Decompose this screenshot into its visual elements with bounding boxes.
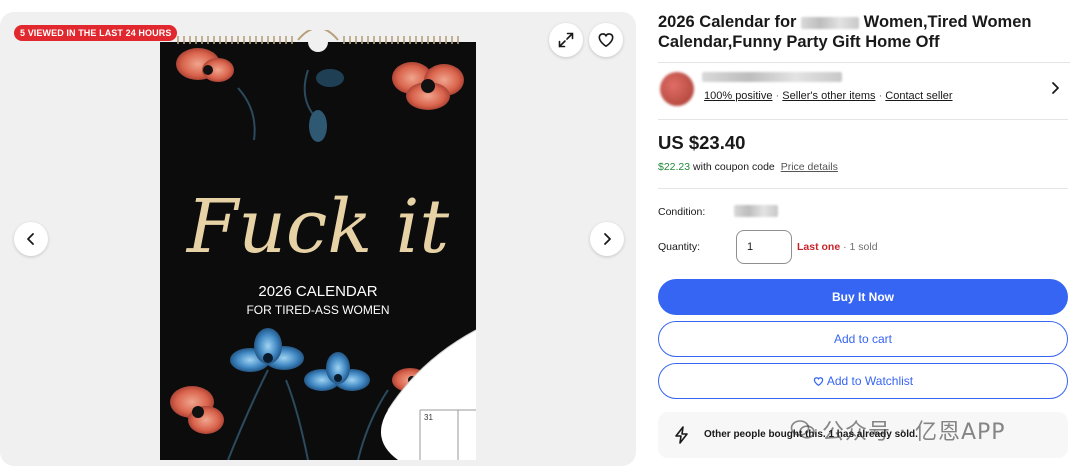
previous-image-button[interactable] — [14, 222, 48, 256]
coupon-price: $22.23 — [658, 161, 691, 173]
quantity-input[interactable] — [736, 230, 792, 264]
calendar-subtitle-1: 2026 CALENDAR — [258, 283, 377, 300]
dot-separator: · — [775, 90, 780, 102]
expand-icon — [558, 32, 574, 48]
product-image[interactable]: Fuck it 2026 CALENDAR FOR TIRED-ASS WOME… — [158, 30, 478, 460]
calendar-headline: Fuck it — [185, 184, 449, 270]
listing-title: 2026 Calendar for Women,Tired Women Cale… — [658, 12, 1070, 52]
seller-avatar — [660, 72, 694, 106]
seller-other-items-link[interactable]: Seller's other items — [782, 90, 875, 102]
price-details-link[interactable]: Price details — [781, 161, 838, 173]
dot-separator: · — [878, 90, 883, 102]
divider — [658, 119, 1068, 120]
watchlist-heart-button[interactable] — [589, 23, 623, 57]
buy-it-now-label: Buy It Now — [832, 290, 894, 304]
redacted-text — [801, 16, 860, 29]
chevron-right-icon — [604, 233, 611, 245]
quantity-label: Quantity: — [658, 241, 701, 253]
coupon-line: $22.23 with coupon code Price details — [658, 161, 838, 173]
seller-positive-link[interactable]: 100% positive — [704, 90, 773, 102]
dot-separator: · — [843, 241, 847, 253]
stock-status: Last one · 1 sold — [797, 241, 878, 253]
wechat-icon — [790, 420, 815, 439]
seller-links: 100% positive · Seller's other items · C… — [704, 90, 953, 102]
calendar-illustration: Fuck it 2026 CALENDAR FOR TIRED-ASS WOME… — [160, 30, 477, 460]
sold-count: 1 sold — [849, 241, 878, 253]
heart-icon — [598, 33, 614, 48]
add-to-watchlist-label: Add to Watchlist — [826, 374, 914, 388]
add-to-watchlist-button[interactable]: Add to Watchlist — [658, 363, 1068, 399]
heart-icon — [813, 376, 824, 386]
contact-seller-link[interactable]: Contact seller — [885, 90, 952, 102]
last-one-label: Last one — [797, 241, 841, 253]
calendar-subtitle-2: FOR TIRED-ASS WOMEN — [246, 303, 389, 317]
condition-label: Condition: — [658, 206, 706, 218]
add-to-cart-button[interactable]: Add to cart — [658, 321, 1068, 357]
listing-info: 2026 Calendar for Women,Tired Women Cale… — [658, 0, 1070, 63]
calendar-date-cell: 31 — [424, 413, 433, 422]
chevron-left-icon — [27, 233, 34, 245]
divider — [658, 188, 1068, 189]
views-badge: 5 VIEWED IN THE LAST 24 HOURS — [14, 25, 178, 41]
chevron-right-icon — [1052, 82, 1059, 94]
condition-value-redacted — [734, 205, 778, 217]
seller-card[interactable]: 100% positive · Seller's other items · C… — [658, 60, 1068, 118]
expand-image-button[interactable] — [549, 23, 583, 57]
next-image-button[interactable] — [590, 222, 624, 256]
hanger-hole — [308, 32, 328, 52]
seller-name-redacted — [702, 72, 842, 82]
image-gallery: 5 VIEWED IN THE LAST 24 HOURS Fuck it 20… — [0, 12, 636, 466]
add-to-cart-label: Add to cart — [833, 332, 893, 346]
watermark-text: 公众号 · 亿恩APP — [822, 420, 1006, 445]
coupon-text: with coupon code — [693, 161, 775, 173]
lightning-icon — [675, 426, 688, 444]
buy-it-now-button[interactable]: Buy It Now — [658, 279, 1068, 315]
title-part-1: 2026 Calendar for — [658, 13, 797, 31]
watermark: 公众号 · 亿恩APP — [790, 414, 1006, 446]
item-price: US $23.40 — [658, 132, 746, 153]
